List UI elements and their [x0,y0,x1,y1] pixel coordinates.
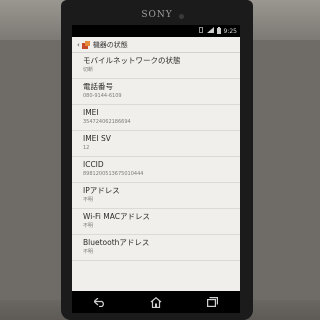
list-item-mobile-network[interactable]: モバイルネットワークの状態 切断 [72,53,240,79]
settings-app-icon [81,40,90,49]
item-value: 354724062186694 [83,119,131,125]
back-arrow-icon [94,297,104,307]
recent-apps-icon [206,297,218,307]
item-value: 不明 [83,249,94,255]
item-label: ICCID [83,160,104,169]
vibrate-icon [198,27,204,35]
list-item-phone-number[interactable]: 電話番号 080-9144-6109 [72,79,240,105]
item-value: 不明 [83,223,94,229]
navigation-bar [72,291,240,313]
action-bar[interactable]: ‹ 機器の状態 [72,37,240,53]
item-label: Bluetoothアドレス [83,238,150,247]
list-item-imei[interactable]: IMEI 354724062186694 [72,105,240,131]
home-button[interactable] [146,294,166,310]
phone-screen: 9:25 ‹ 機器の状態 モバイルネットワークの状態 切断 電話番号 080-9… [72,25,240,313]
list-item-wifi-mac[interactable]: Wi-Fi MACアドレス 不明 [72,209,240,235]
item-value: 080-9144-6109 [83,93,122,99]
status-list: モバイルネットワークの状態 切断 電話番号 080-9144-6109 IMEI… [72,53,240,261]
item-value: 切断 [83,67,94,73]
item-label: IMEI SV [83,134,111,143]
item-label: Wi-Fi MACアドレス [83,212,150,221]
home-icon [150,296,162,308]
list-item-imei-sv[interactable]: IMEI SV 12 [72,131,240,157]
up-caret-icon[interactable]: ‹ [77,41,80,49]
list-item-ip-address[interactable]: IPアドレス 不明 [72,183,240,209]
item-label: モバイルネットワークの状態 [83,56,181,65]
front-camera [179,14,184,19]
item-value: 12 [83,145,90,151]
status-bar: 9:25 [72,25,240,37]
back-button[interactable] [90,294,110,310]
list-item-iccid[interactable]: ICCID 8981200513675010444 [72,157,240,183]
item-label: IMEI [83,108,99,117]
item-label: 電話番号 [83,82,113,91]
recent-apps-button[interactable] [202,294,222,310]
signal-icon [206,27,214,35]
brand-logo: SONY [141,10,173,20]
item-value: 8981200513675010444 [83,171,144,177]
clock-time: 9:25 [223,27,237,35]
list-item-bluetooth-address[interactable]: Bluetoothアドレス 不明 [72,235,240,261]
page-title: 機器の状態 [92,40,128,49]
battery-icon [216,26,221,36]
item-label: IPアドレス [83,186,120,195]
item-value: 不明 [83,197,94,203]
